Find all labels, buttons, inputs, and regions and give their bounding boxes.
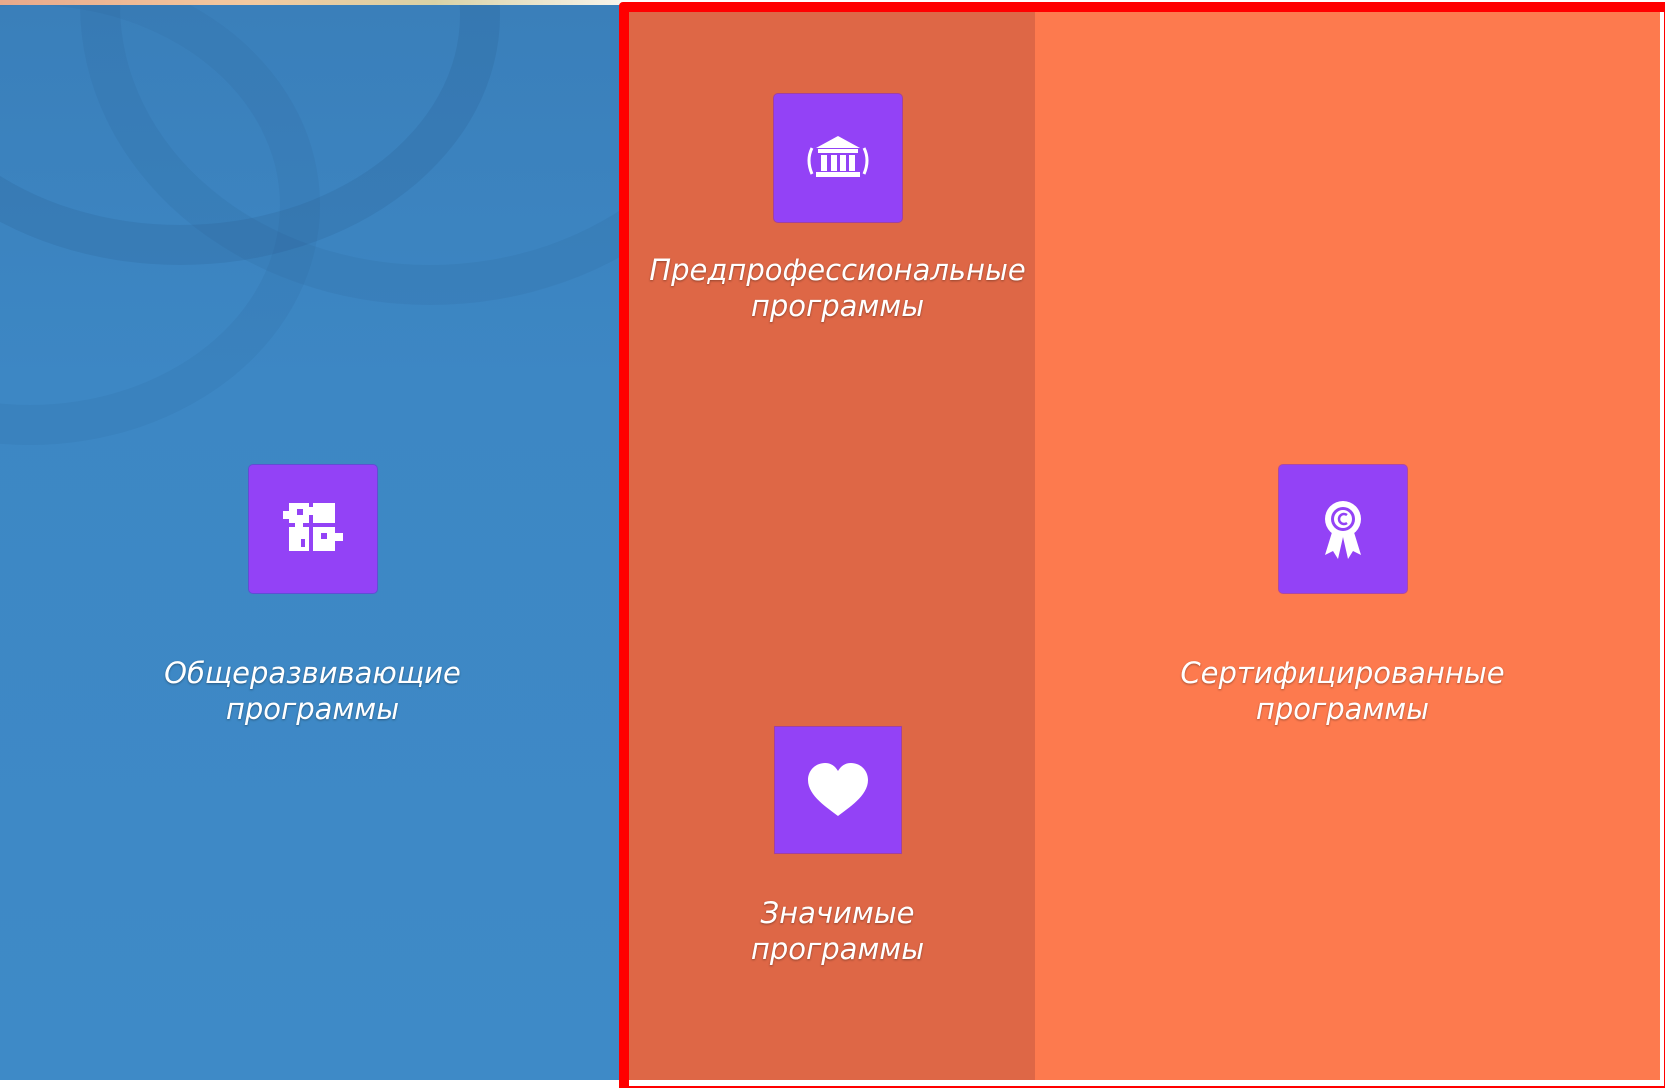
institution-icon	[773, 94, 902, 222]
card-label-line: программы	[750, 289, 925, 323]
significant-programs-card[interactable]: Значимые программы	[690, 727, 985, 967]
heart-icon	[774, 727, 901, 853]
general-programs-label: Общеразвивающие программы	[164, 655, 461, 727]
card-label-line: Сертифицированные	[1180, 656, 1505, 690]
general-programs-card[interactable]: Общеразвивающие программы	[140, 465, 485, 727]
puzzle-icon-graphic	[282, 503, 343, 551]
card-label-line: программы	[750, 932, 925, 966]
institution-icon-graphic	[807, 136, 868, 177]
card-label-line: Предпрофессиональные	[649, 253, 1026, 287]
card-label-line: программы	[1255, 692, 1430, 726]
puzzle-icon	[248, 465, 377, 593]
card-label-line: Значимые	[760, 896, 915, 930]
heart-icon-graphic	[807, 763, 868, 816]
certified-programs-card[interactable]: Сертифицированные программы	[1165, 465, 1520, 727]
significant-programs-label: Значимые программы	[751, 895, 924, 967]
certified-programs-label: Сертифицированные программы	[1180, 655, 1504, 727]
program-categories-page: Общеразвивающие программы Предпрофессион…	[0, 0, 1665, 1088]
card-label-line: программы	[225, 692, 400, 726]
certificate-ribbon-icon-graphic	[1324, 501, 1361, 559]
certificate-ribbon-icon	[1278, 465, 1407, 593]
card-label-line: Общеразвивающие	[164, 656, 461, 690]
preprofessional-programs-card[interactable]: Предпрофессиональные программы	[640, 94, 1035, 324]
preprofessional-programs-label: Предпрофессиональные программы	[649, 252, 1025, 324]
